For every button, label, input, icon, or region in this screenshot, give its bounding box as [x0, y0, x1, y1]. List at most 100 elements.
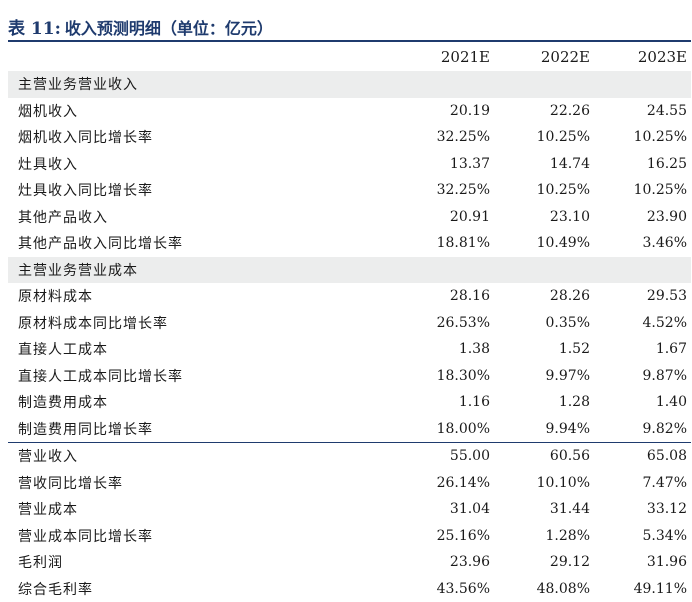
table-row: 制造费用成本1.161.281.40: [8, 389, 691, 416]
row-label: 灶具收入同比增长率: [8, 177, 394, 204]
table-number: 表 11:: [8, 19, 61, 39]
value-cell: 28.26: [494, 283, 594, 310]
value-cell: 20.19: [394, 98, 494, 125]
empty-cell: [494, 71, 594, 98]
row-label: 灶具收入: [8, 151, 394, 178]
value-cell: 1.67: [594, 336, 691, 363]
empty-cell: [594, 71, 691, 98]
section-header-row: 主营业务营业成本: [8, 257, 691, 284]
row-label: 制造费用成本: [8, 389, 394, 416]
row-label: 毛利润: [8, 549, 394, 576]
value-cell: 18.30%: [394, 363, 494, 390]
value-cell: 1.28%: [494, 523, 594, 550]
value-cell: 26.53%: [394, 310, 494, 337]
value-cell: 32.25%: [394, 124, 494, 151]
value-cell: 16.25: [594, 151, 691, 178]
value-cell: 5.34%: [594, 523, 691, 550]
table-row: 烟机收入同比增长率32.25%10.25%10.25%: [8, 124, 691, 151]
value-cell: 9.97%: [494, 363, 594, 390]
value-cell: 49.11%: [594, 576, 691, 602]
value-cell: 10.49%: [494, 230, 594, 257]
value-cell: 33.12: [594, 496, 691, 523]
forecast-table: 2021E 2022E 2023E 主营业务营业收入烟机收入20.1922.26…: [8, 42, 691, 602]
table-row: 直接人工成本同比增长率18.30%9.97%9.87%: [8, 363, 691, 390]
section-title: 主营业务营业成本: [8, 257, 394, 284]
row-label: 直接人工成本同比增长率: [8, 363, 394, 390]
row-label: 营收同比增长率: [8, 470, 394, 497]
value-cell: 26.14%: [394, 470, 494, 497]
value-cell: 60.56: [494, 443, 594, 470]
value-cell: 31.04: [394, 496, 494, 523]
empty-cell: [394, 71, 494, 98]
value-cell: 23.10: [494, 204, 594, 231]
value-cell: 13.37: [394, 151, 494, 178]
table-row: 营业收入55.0060.5665.08: [8, 443, 691, 470]
row-label: 营业成本: [8, 496, 394, 523]
row-label: 综合毛利率: [8, 576, 394, 602]
table-row: 制造费用同比增长率18.00%9.94%9.82%: [8, 416, 691, 443]
value-cell: 25.16%: [394, 523, 494, 550]
value-cell: 10.25%: [494, 124, 594, 151]
empty-cell: [394, 257, 494, 284]
value-cell: 4.52%: [594, 310, 691, 337]
value-cell: 3.46%: [594, 230, 691, 257]
table-row: 毛利润23.9629.1231.96: [8, 549, 691, 576]
value-cell: 31.44: [494, 496, 594, 523]
row-label: 营业成本同比增长率: [8, 523, 394, 550]
value-cell: 10.25%: [594, 177, 691, 204]
value-cell: 48.08%: [494, 576, 594, 602]
value-cell: 43.56%: [394, 576, 494, 602]
value-cell: 1.28: [494, 389, 594, 416]
value-cell: 10.25%: [594, 124, 691, 151]
value-cell: 29.12: [494, 549, 594, 576]
header-cell-2023e: 2023E: [594, 42, 691, 71]
value-cell: 20.91: [394, 204, 494, 231]
section-header-row: 主营业务营业收入: [8, 71, 691, 98]
table-row: 综合毛利率43.56%48.08%49.11%: [8, 576, 691, 602]
table-row: 直接人工成本1.381.521.67: [8, 336, 691, 363]
row-label: 原材料成本: [8, 283, 394, 310]
table-body: 主营业务营业收入烟机收入20.1922.2624.55烟机收入同比增长率32.2…: [8, 71, 691, 602]
value-cell: 0.35%: [494, 310, 594, 337]
value-cell: 29.53: [594, 283, 691, 310]
value-cell: 9.82%: [594, 416, 691, 443]
value-cell: 1.38: [394, 336, 494, 363]
table-row: 原材料成本同比增长率26.53%0.35%4.52%: [8, 310, 691, 337]
value-cell: 32.25%: [394, 177, 494, 204]
value-cell: 65.08: [594, 443, 691, 470]
value-cell: 9.87%: [594, 363, 691, 390]
value-cell: 1.16: [394, 389, 494, 416]
value-cell: 31.96: [594, 549, 691, 576]
row-label: 原材料成本同比增长率: [8, 310, 394, 337]
value-cell: 23.96: [394, 549, 494, 576]
table-row: 营业成本31.0431.4433.12: [8, 496, 691, 523]
empty-cell: [594, 257, 691, 284]
value-cell: 1.52: [494, 336, 594, 363]
empty-cell: [494, 257, 594, 284]
table-row: 其他产品收入同比增长率18.81%10.49%3.46%: [8, 230, 691, 257]
value-cell: 23.90: [594, 204, 691, 231]
row-label: 烟机收入: [8, 98, 394, 125]
row-label: 直接人工成本: [8, 336, 394, 363]
value-cell: 9.94%: [494, 416, 594, 443]
table-row: 营业成本同比增长率25.16%1.28%5.34%: [8, 523, 691, 550]
row-label: 营业收入: [8, 443, 394, 470]
value-cell: 18.81%: [394, 230, 494, 257]
value-cell: 55.00: [394, 443, 494, 470]
table-title: 表 11:收入预测明细（单位：亿元）: [8, 18, 691, 42]
header-cell-2021e: 2021E: [394, 42, 494, 71]
table-row: 灶具收入同比增长率32.25%10.25%10.25%: [8, 177, 691, 204]
table-row: 原材料成本28.1628.2629.53: [8, 283, 691, 310]
row-label: 制造费用同比增长率: [8, 416, 394, 443]
value-cell: 28.16: [394, 283, 494, 310]
value-cell: 1.40: [594, 389, 691, 416]
header-cell-2022e: 2022E: [494, 42, 594, 71]
value-cell: 22.26: [494, 98, 594, 125]
value-cell: 18.00%: [394, 416, 494, 443]
table-row: 其他产品收入20.9123.1023.90: [8, 204, 691, 231]
table-row: 烟机收入20.1922.2624.55: [8, 98, 691, 125]
section-title: 主营业务营业收入: [8, 71, 394, 98]
header-row: 2021E 2022E 2023E: [8, 42, 691, 71]
table-row: 营收同比增长率26.14%10.10%7.47%: [8, 470, 691, 497]
value-cell: 10.10%: [494, 470, 594, 497]
